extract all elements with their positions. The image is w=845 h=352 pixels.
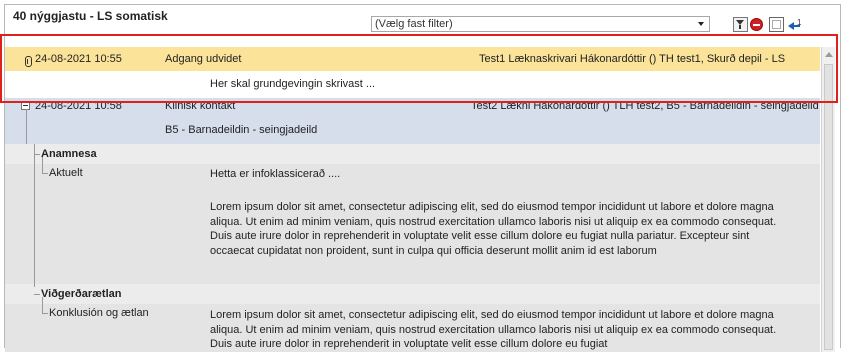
checkbox-icon[interactable] — [769, 17, 784, 32]
section-heading: Anamnesa — [41, 148, 97, 160]
section-text: Lorem ipsum dolor sit amet, consectetur … — [210, 309, 777, 350]
section-subheading: Aktuelt — [49, 167, 83, 179]
paperclip-icon — [25, 56, 32, 67]
stop-icon[interactable] — [750, 18, 763, 31]
chevron-down-icon[interactable] — [698, 22, 704, 26]
entry-type: Adgang udvidet — [165, 53, 242, 65]
journal-list[interactable]: 24-08-2021 10:55 Adgang udvidet Test1 Læ… — [5, 47, 820, 352]
section-heading-row — [5, 284, 820, 304]
scrollbar-thumb[interactable] — [824, 64, 833, 350]
panel-title: 40 nýggjastu - LS somatisk — [13, 9, 168, 23]
tree-line — [34, 294, 40, 295]
section-subheading: Konklusión og ætlan — [49, 307, 149, 319]
filter-dropdown-value: (Vælg fast filter) — [375, 18, 453, 30]
section-heading-row — [5, 144, 820, 164]
journal-panel: 40 nýggjastu - LS somatisk (Vælg fast fi… — [4, 4, 841, 352]
scroll-up-icon[interactable] — [825, 52, 833, 57]
tree-line — [26, 109, 27, 144]
tree-line — [34, 144, 35, 287]
section-text: Lorem ipsum dolor sit amet, consectetur … — [210, 201, 777, 257]
section-text-short: Hetta er infoklassicerað .... — [210, 168, 341, 180]
badge-number: 1 — [797, 18, 802, 27]
funnel-icon[interactable] — [733, 17, 748, 32]
filter-dropdown[interactable]: (Vælg fast filter) — [371, 16, 710, 32]
entry-datetime: 24-08-2021 10:55 — [35, 53, 122, 65]
vertical-scrollbar[interactable] — [821, 47, 835, 352]
entry-note: Her skal grundgevingin skrivast ... — [210, 78, 376, 90]
entry-author: Test2 Lækni Hákonardóttir () TLH test2, … — [471, 100, 819, 112]
tree-line — [34, 154, 40, 155]
entry-datetime: 24-08-2021 10:58 — [35, 100, 122, 112]
entry-department: B5 - Barnadeildin - seingjadeild — [165, 124, 318, 136]
entry-type: Klinisk kontakt — [165, 100, 236, 112]
tree-line — [42, 313, 48, 314]
entry-note-row — [5, 71, 820, 98]
section-heading: Viðgerðarætlan — [41, 288, 122, 300]
tree-line — [42, 173, 48, 174]
entry-author: Test1 Læknaskrivari Hákonardóttir () TH … — [479, 53, 786, 65]
